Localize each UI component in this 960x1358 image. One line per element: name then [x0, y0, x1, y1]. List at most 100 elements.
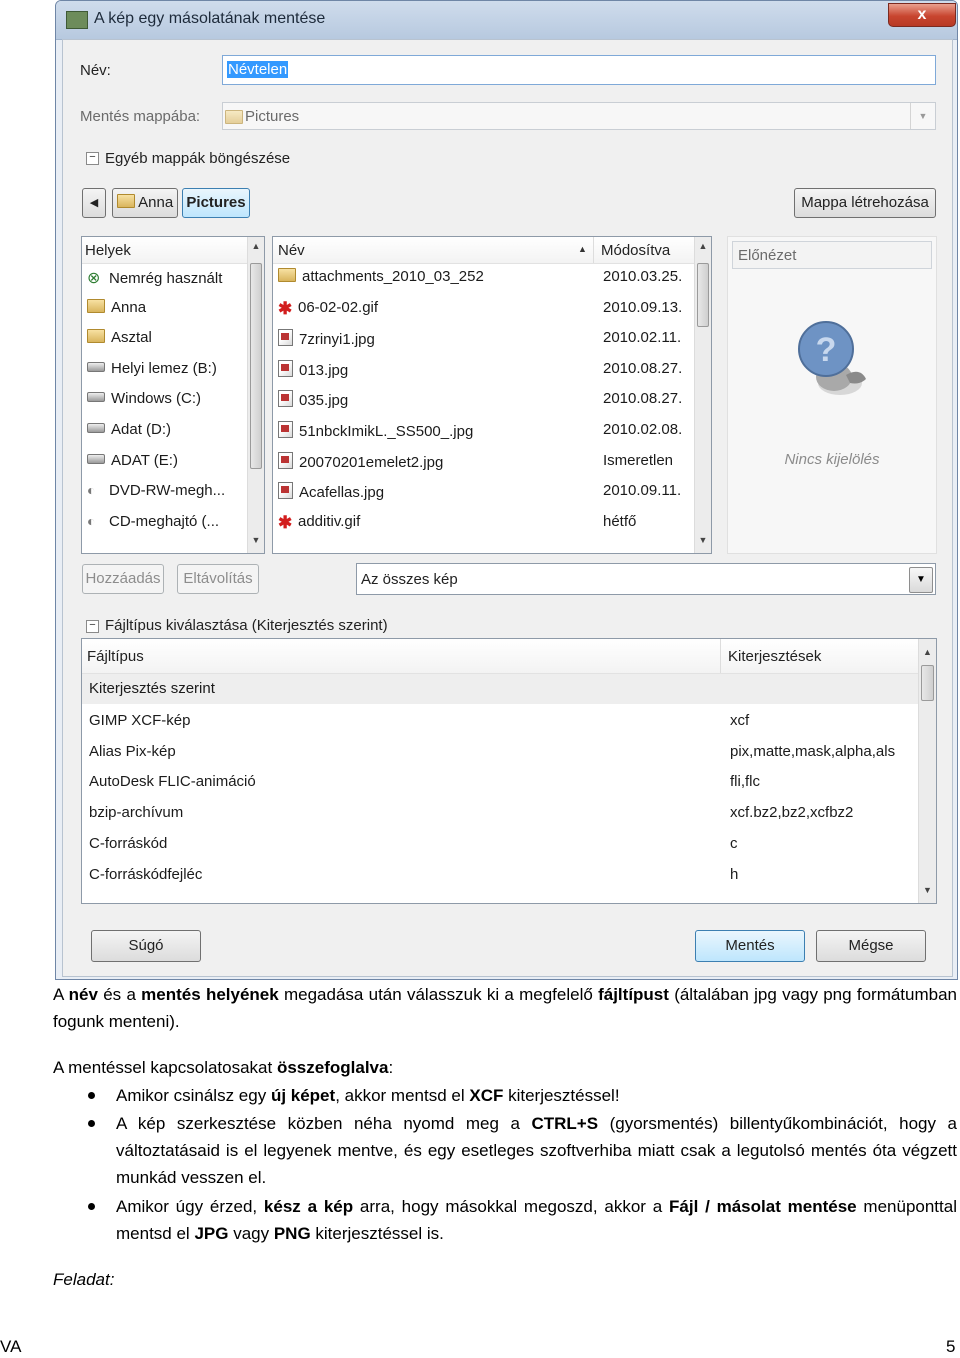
place-item[interactable]: Adat (D:) — [87, 421, 171, 438]
drive-icon — [87, 453, 105, 464]
places-header[interactable]: Helyek — [82, 237, 247, 264]
place-item[interactable]: ◐ CD-meghajtó (... — [87, 513, 219, 530]
place-item[interactable]: ⊗ Nemrég használt — [87, 268, 222, 288]
emphasis-text: név — [68, 985, 98, 1004]
place-item[interactable]: Asztal — [87, 329, 152, 346]
place-item-label: Nemrég használt — [109, 270, 223, 287]
file-row[interactable]: 013.jpg 2010.08.27. — [273, 359, 694, 379]
gif-icon: ✱ — [278, 298, 293, 318]
name-input-value: Névtelen — [227, 61, 289, 78]
file-row[interactable]: attachments_2010_03_252 2010.03.25. — [273, 268, 694, 285]
task-label: Feladat: — [53, 1270, 115, 1289]
add-place-button[interactable]: Hozzáadás — [82, 564, 164, 594]
file-row[interactable]: 7zrinyi1.jpg 2010.02.11. — [273, 329, 694, 348]
filetype-row[interactable]: C-forráskód c — [82, 835, 918, 852]
chevron-down-icon[interactable]: ▼ — [909, 567, 933, 593]
folder-icon — [87, 298, 105, 313]
filetype-scroll-thumb[interactable] — [921, 665, 934, 701]
bullet-item: Amikor csinálsz egy új képet, akkor ment… — [116, 1082, 957, 1109]
name-input[interactable]: Névtelen — [222, 55, 936, 85]
text-run: arra, hogy másokkal megoszd, akkor a — [353, 1197, 670, 1216]
drive-icon — [87, 423, 105, 433]
filetype-row[interactable]: GIMP XCF-kép xcf — [82, 712, 918, 729]
close-button[interactable]: x — [888, 3, 956, 27]
path-button-anna[interactable]: Anna — [112, 188, 178, 218]
filetype-row[interactable]: Kiterjesztés szerint — [82, 674, 918, 704]
create-folder-button[interactable]: Mappa létrehozása — [794, 188, 936, 218]
name-column-header[interactable]: Név — [278, 242, 305, 259]
filetype-extensions: xcf.bz2,bz2,xcfbz2 — [730, 804, 854, 822]
scroll-down-icon[interactable]: ▼ — [695, 535, 711, 545]
file-row[interactable]: ✱ 06-02-02.gif 2010.09.13. — [273, 298, 694, 318]
filetype-extensions: pix,matte,mask,alpha,als — [730, 742, 896, 760]
filetype-row[interactable]: C-forráskódfejléc h — [82, 866, 918, 883]
emphasis-text: JPG — [194, 1224, 229, 1243]
filetype-column-header[interactable]: Fájltípus — [87, 648, 144, 665]
file-row[interactable]: 035.jpg 2010.08.27. — [273, 390, 694, 409]
path-button-pictures[interactable]: Pictures — [182, 188, 250, 218]
text-run: A — [53, 985, 69, 1004]
remove-place-button[interactable]: Eltávolítás — [177, 564, 259, 594]
filetype-name: Alias Pix-kép — [89, 742, 176, 760]
places-scrollbar[interactable]: ▲ ▼ — [247, 237, 264, 553]
file-name: 20070201emelet2.jpg — [299, 453, 444, 471]
filetype-scrollbar[interactable]: ▲ ▼ — [918, 639, 936, 903]
browse-folders-toggle[interactable]: Egyéb mappák böngészése — [105, 150, 290, 167]
modified-column-header[interactable]: Módosítva — [601, 242, 670, 259]
filetype-row[interactable]: Alias Pix-kép pix,matte,mask,alpha,als — [82, 743, 918, 760]
place-item[interactable]: Anna — [87, 298, 146, 316]
place-item[interactable]: ADAT (E:) — [87, 452, 178, 469]
chevron-down-icon[interactable]: ▼ — [910, 103, 935, 129]
file-name: 51nbckImikL._SS500_.jpg — [299, 423, 474, 440]
scroll-down-icon[interactable]: ▼ — [248, 535, 264, 545]
bullet-item: A kép szerkesztése közben néha nyomd meg… — [116, 1110, 957, 1191]
filetype-toggle[interactable]: Fájltípus kiválasztása (Kiterjesztés sze… — [105, 617, 388, 634]
svg-text:?: ? — [816, 331, 837, 369]
image-icon — [278, 359, 293, 377]
path-back-button[interactable]: ◀ — [82, 188, 106, 218]
image-icon — [278, 451, 293, 469]
collapse-toggle-icon[interactable]: − — [86, 620, 99, 633]
image-icon — [278, 421, 293, 438]
place-item[interactable]: ◐ DVD-RW-megh... — [87, 482, 225, 499]
file-list-scrollbar[interactable]: ▲ ▼ — [694, 237, 711, 553]
scroll-down-icon[interactable]: ▼ — [919, 885, 936, 895]
file-row[interactable]: 51nbckImikL._SS500_.jpg 2010.02.08. — [273, 421, 694, 440]
place-item-label: CD-meghajtó (... — [109, 512, 220, 530]
text-run: kiterjesztéssel! — [503, 1086, 620, 1105]
file-scroll-thumb[interactable] — [697, 263, 709, 327]
help-button[interactable]: Súgó — [91, 930, 201, 962]
cancel-button[interactable]: Mégse — [816, 930, 926, 962]
collapse-toggle-icon[interactable]: − — [86, 152, 99, 165]
text-run: Amikor úgy érzed, — [116, 1197, 264, 1216]
scroll-up-icon[interactable]: ▲ — [248, 241, 264, 251]
image-filter-combo[interactable]: Az összes kép ▼ — [356, 563, 936, 595]
file-row[interactable]: 20070201emelet2.jpg Ismeretlen — [273, 451, 694, 471]
image-thumb-mark — [281, 455, 289, 463]
file-name: attachments_2010_03_252 — [302, 268, 484, 285]
file-row[interactable]: Acafellas.jpg 2010.09.11. — [273, 482, 694, 501]
filetype-extensions: h — [730, 865, 739, 883]
extensions-column-header[interactable]: Kiterjesztések — [728, 648, 821, 665]
save-button[interactable]: Mentés — [695, 930, 805, 962]
filetype-name: GIMP XCF-kép — [89, 711, 191, 729]
filetype-row[interactable]: AutoDesk FLIC-animáció fli,flc — [82, 773, 918, 790]
place-item[interactable]: Helyi lemez (B:) — [87, 360, 217, 377]
gimp-app-icon — [66, 11, 88, 29]
file-modified: 2010.03.25. — [603, 268, 683, 285]
filetype-extensions: fli,flc — [730, 773, 760, 791]
image-thumb-mark — [281, 425, 289, 432]
filetype-row[interactable]: bzip-archívum xcf.bz2,bz2,xcfbz2 — [82, 804, 918, 821]
drive-icon — [87, 392, 105, 403]
scroll-up-icon[interactable]: ▲ — [919, 647, 936, 657]
place-item-label: Adat (D:) — [111, 421, 172, 438]
file-name: 7zrinyi1.jpg — [299, 331, 375, 349]
file-row[interactable]: ✱ additiv.gif hétfő — [273, 513, 694, 531]
places-scroll-thumb[interactable] — [250, 263, 262, 469]
scroll-up-icon[interactable]: ▲ — [695, 241, 711, 251]
save-in-combo[interactable]: Pictures ▼ — [222, 102, 936, 130]
emphasis-text: kész a kép — [263, 1197, 354, 1216]
filter-value: Az összes kép — [361, 571, 458, 588]
folder-icon — [87, 329, 105, 344]
place-item[interactable]: Windows (C:) — [87, 390, 201, 407]
